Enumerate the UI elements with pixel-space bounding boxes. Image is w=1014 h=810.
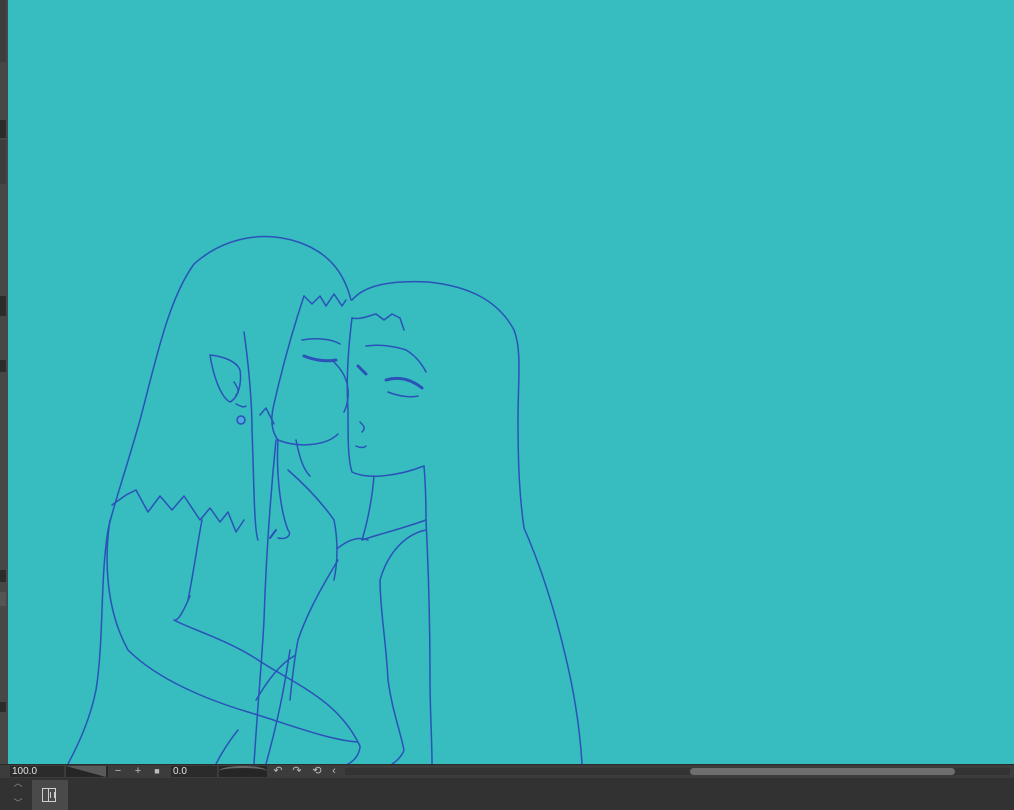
horizontal-scrollbar[interactable] <box>345 768 1010 775</box>
rotate-right-icon[interactable]: ↷ <box>290 765 304 778</box>
toolbar-segment <box>0 570 6 582</box>
rotate-left-icon[interactable]: ↶ <box>271 765 285 778</box>
square-icon[interactable]: ■ <box>150 765 164 778</box>
chevron-up-icon[interactable]: ︿ <box>11 778 25 788</box>
toolbar-segment <box>0 296 6 316</box>
toolbar-segment <box>0 360 6 372</box>
drawing-canvas[interactable] <box>8 0 1014 764</box>
panel-layout-icon <box>42 788 56 802</box>
toolbar-checkbox[interactable] <box>0 592 6 606</box>
rotation-slider[interactable] <box>219 766 267 777</box>
zoom-slider[interactable] <box>66 766 108 777</box>
toolbar-segment <box>0 140 6 184</box>
rotation-angle-input[interactable]: 0.0 <box>171 766 217 777</box>
zoom-input[interactable]: 100.0 <box>10 766 64 777</box>
chevron-left-icon[interactable]: ‹ <box>327 765 341 778</box>
canvas-status-bar: 100.0 − + ■ 0.0 ↶ ↷ ⟲ ‹ <box>0 764 1014 778</box>
sketch-artwork <box>67 235 583 764</box>
chevron-down-icon[interactable]: ﹀ <box>11 798 25 808</box>
left-toolbar-edge <box>0 0 8 764</box>
panel-tab-button[interactable] <box>32 780 68 810</box>
minus-icon[interactable]: − <box>111 765 125 778</box>
toolbar-segment <box>0 0 6 62</box>
plus-icon[interactable]: + <box>131 765 145 778</box>
toolbar-segment <box>0 120 6 138</box>
scrollbar-thumb[interactable] <box>690 768 955 775</box>
toolbar-segment <box>0 702 6 712</box>
reset-rotation-icon[interactable]: ⟲ <box>310 765 324 778</box>
bottom-panel: ︿ ﹀ <box>0 778 1014 810</box>
